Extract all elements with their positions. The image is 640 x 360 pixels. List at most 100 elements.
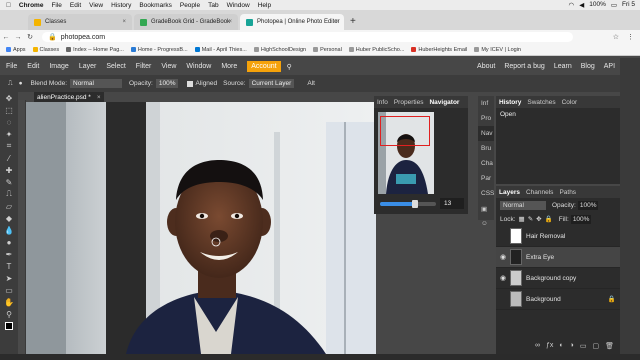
tab-swatches[interactable]: Swatches bbox=[524, 99, 558, 106]
mini-panel-brush[interactable]: Bru bbox=[478, 141, 494, 156]
bookmark-progressbook[interactable]: Home - ProgressB... bbox=[130, 47, 188, 53]
document-tab[interactable]: alienPractice.psd * × bbox=[34, 92, 104, 102]
type-tool-icon[interactable]: T bbox=[0, 260, 18, 272]
lock-position-icon[interactable]: ✥ bbox=[536, 215, 541, 223]
bookmark-highschooldesign[interactable]: HighSchoolDesign bbox=[253, 47, 306, 53]
navigator-zoom-value[interactable]: 13 bbox=[440, 198, 464, 209]
dodge-tool-icon[interactable]: ● bbox=[0, 236, 18, 248]
bookmark-index[interactable]: Index -- Home Pag... bbox=[66, 47, 124, 53]
layer-fill-input[interactable]: 100% bbox=[570, 214, 592, 224]
bookmark-mail[interactable]: Mail - April Thies... bbox=[194, 47, 247, 53]
image-panel-icon[interactable]: ▣ bbox=[478, 201, 494, 216]
apple-icon[interactable]:  bbox=[6, 2, 11, 9]
layer-blend-select[interactable]: Normal bbox=[500, 200, 546, 210]
browser-tab-photopea[interactable]: Photopea | Online Photo Editor × bbox=[240, 14, 344, 30]
eye-icon[interactable]: ◉ bbox=[496, 274, 510, 282]
mini-panel-css[interactable]: CSS bbox=[478, 186, 494, 201]
tab-properties[interactable]: Properties bbox=[391, 99, 427, 106]
mac-menu-window[interactable]: Window bbox=[227, 2, 250, 9]
layer-effects-icon[interactable]: ƒx bbox=[546, 342, 553, 350]
mac-menu-history[interactable]: History bbox=[111, 2, 131, 9]
browser-menu-icon[interactable]: ⋮ bbox=[627, 33, 634, 41]
mini-panel-paragraph[interactable]: Par bbox=[478, 171, 494, 186]
mac-menu-people[interactable]: People bbox=[180, 2, 200, 9]
close-tab-icon[interactable]: × bbox=[228, 19, 232, 25]
volume-icon[interactable]: ◀ bbox=[579, 1, 584, 9]
blur-tool-icon[interactable]: 💧 bbox=[0, 224, 18, 236]
account-button[interactable]: Account bbox=[247, 61, 281, 72]
bookmark-apps[interactable]: Apps bbox=[6, 47, 26, 53]
eye-icon[interactable]: ◉ bbox=[496, 253, 510, 261]
menu-blog[interactable]: Blog bbox=[581, 63, 595, 70]
bookmark-classes[interactable]: Classes bbox=[32, 47, 59, 53]
layer-opacity-input[interactable]: 100% bbox=[577, 200, 599, 210]
tab-info[interactable]: Info bbox=[374, 99, 391, 106]
new-layer-icon[interactable]: ▢ bbox=[592, 342, 599, 350]
marquee-tool-icon[interactable]: ⬚ bbox=[0, 104, 18, 116]
menu-edit[interactable]: Edit bbox=[27, 63, 39, 70]
mac-menu-bookmarks[interactable]: Bookmarks bbox=[139, 2, 172, 9]
lock-pixels-icon[interactable]: ✎ bbox=[528, 215, 533, 223]
tab-paths[interactable]: Paths bbox=[556, 189, 579, 196]
blend-mode-select[interactable]: Normal bbox=[70, 79, 122, 88]
layer-row[interactable]: ◉ Background copy bbox=[496, 268, 620, 289]
new-group-icon[interactable]: ▭ bbox=[580, 342, 587, 350]
canvas-area[interactable] bbox=[26, 102, 376, 354]
bookmark-huber-email[interactable]: HuberHeights Email bbox=[411, 47, 467, 53]
adjustment-layer-icon[interactable]: ◑ bbox=[570, 342, 574, 350]
source-select[interactable]: Current Layer bbox=[248, 79, 295, 88]
menu-select[interactable]: Select bbox=[106, 63, 125, 70]
mini-panel-character[interactable]: Cha bbox=[478, 156, 494, 171]
menu-file[interactable]: File bbox=[6, 63, 17, 70]
menu-window[interactable]: Window bbox=[186, 63, 211, 70]
shape-tool-icon[interactable]: ▭ bbox=[0, 284, 18, 296]
healing-tool-icon[interactable]: ✚ bbox=[0, 164, 18, 176]
zoom-tool-icon[interactable]: ⚲ bbox=[0, 308, 18, 320]
tab-channels[interactable]: Channels bbox=[523, 189, 556, 196]
mac-menu-file[interactable]: File bbox=[51, 2, 61, 9]
browser-tab-classes[interactable]: Classes × bbox=[28, 14, 132, 30]
menu-learn[interactable]: Learn bbox=[554, 63, 572, 70]
color-swatches-icon[interactable] bbox=[0, 320, 18, 332]
path-select-tool-icon[interactable]: ➤ bbox=[0, 272, 18, 284]
pen-tool-icon[interactable]: ✒ bbox=[0, 248, 18, 260]
bookmark-icev[interactable]: My ICEV | Login bbox=[474, 47, 521, 53]
menu-api[interactable]: API bbox=[604, 63, 615, 70]
menu-more[interactable]: More bbox=[221, 63, 237, 70]
mini-panel-navigator[interactable]: Nav bbox=[478, 126, 494, 141]
back-icon[interactable]: ← bbox=[0, 34, 12, 41]
history-item[interactable]: Open bbox=[496, 108, 620, 121]
opacity-input[interactable]: 100% bbox=[155, 79, 179, 88]
fill-tool-icon[interactable]: ◆ bbox=[0, 212, 18, 224]
forward-icon[interactable]: → bbox=[12, 34, 24, 41]
new-tab-button[interactable]: + bbox=[350, 16, 356, 27]
close-document-icon[interactable]: × bbox=[97, 94, 101, 101]
tab-layers[interactable]: Layers bbox=[496, 189, 523, 196]
navigator-zoom-slider[interactable] bbox=[380, 200, 436, 208]
app-menu-chrome[interactable]: Chrome bbox=[19, 2, 44, 9]
smiley-panel-icon[interactable]: ☺ bbox=[478, 216, 494, 231]
clone-stamp-tool-icon[interactable]: ⎍ bbox=[8, 80, 13, 88]
clone-stamp-tool-icon[interactable]: ⎍ bbox=[0, 188, 18, 200]
menu-view[interactable]: View bbox=[161, 63, 176, 70]
navigator-preview[interactable] bbox=[378, 112, 434, 194]
mac-menu-help[interactable]: Help bbox=[258, 2, 271, 9]
mini-panel-info[interactable]: Inf bbox=[478, 96, 494, 111]
layer-row[interactable]: Background 🔒 bbox=[496, 289, 620, 310]
slider-handle[interactable] bbox=[412, 200, 418, 208]
menu-image[interactable]: Image bbox=[49, 63, 68, 70]
tab-history[interactable]: History bbox=[496, 99, 524, 106]
brush-tool-icon[interactable]: ✎ bbox=[0, 176, 18, 188]
reload-icon[interactable]: ↻ bbox=[24, 33, 36, 41]
lock-all-icon[interactable]: 🔒 bbox=[545, 215, 553, 223]
close-tab-icon[interactable]: × bbox=[122, 19, 126, 25]
layer-row[interactable]: Hair Removal bbox=[496, 226, 620, 247]
eyedropper-tool-icon[interactable]: ⁄ bbox=[0, 152, 18, 164]
menu-filter[interactable]: Filter bbox=[136, 63, 152, 70]
close-tab-icon[interactable]: × bbox=[334, 19, 338, 25]
hand-tool-icon[interactable]: ✋ bbox=[0, 296, 18, 308]
move-tool-icon[interactable]: ✥ bbox=[0, 92, 18, 104]
magic-wand-tool-icon[interactable]: ✦ bbox=[0, 128, 18, 140]
brush-preset-icon[interactable]: ● bbox=[19, 80, 23, 87]
mac-menu-tab[interactable]: Tab bbox=[208, 2, 218, 9]
